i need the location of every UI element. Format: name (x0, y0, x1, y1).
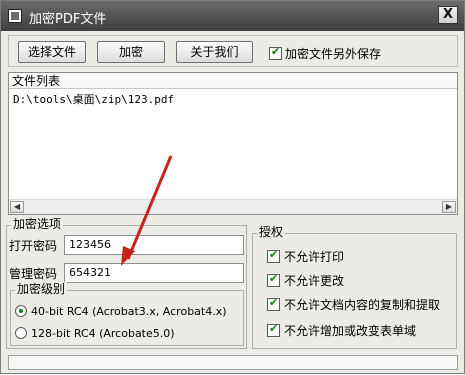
permissions-title: 授权 (257, 225, 286, 240)
level-option-label: 40-bit RC4 (Acrobat3.x, Acrobat4.x) (31, 304, 227, 318)
open-password-field[interactable]: 123456 (64, 235, 244, 255)
radio-40bit[interactable] (15, 305, 27, 317)
level-option-40bit[interactable]: 40-bit RC4 (Acrobat3.x, Acrobat4.x) (15, 304, 227, 318)
title-bar[interactable]: 加密PDF文件 X (1, 1, 464, 31)
horizontal-scrollbar[interactable]: ◀ ▶ (9, 199, 457, 214)
file-list-header[interactable]: 文件列表 (9, 73, 457, 89)
file-list[interactable]: 文件列表 D:\tools\桌面\zip\123.pdf ◀ ▶ (8, 72, 458, 215)
status-bar (8, 355, 458, 370)
permission-label: 不允许更改 (284, 274, 345, 288)
about-button[interactable]: 关于我们 (176, 41, 253, 63)
save-separately-checkbox[interactable] (269, 45, 282, 60)
app-window: 加密PDF文件 X 选择文件 加密 关于我们 加密文件另外保存 文件列表 D:\… (0, 0, 465, 374)
level-option-label: 128-bit RC4 (Arcobate5.0) (31, 326, 175, 340)
window-title: 加密PDF文件 (29, 12, 107, 27)
scroll-left-icon[interactable]: ◀ (10, 201, 24, 213)
save-separately-option[interactable]: 加密文件另外保存 (269, 45, 381, 62)
permission-checkbox[interactable] (267, 248, 280, 263)
admin-password-field[interactable]: 654321 (64, 263, 244, 283)
permission-label: 不允许打印 (284, 250, 345, 264)
encryption-options-title: 加密选项 (11, 217, 64, 232)
list-item[interactable]: D:\tools\桌面\zip\123.pdf (13, 91, 174, 107)
permission-item[interactable]: 不允许更改 (267, 272, 344, 289)
encryption-level-title: 加密级别 (15, 282, 68, 297)
permission-item[interactable]: 不允许增加或改变表单域 (267, 322, 416, 339)
radio-128bit[interactable] (15, 327, 27, 339)
open-password-label: 打开密码 (9, 239, 58, 253)
permission-checkbox[interactable] (267, 272, 280, 287)
encrypt-button[interactable]: 加密 (97, 41, 165, 63)
permission-label: 不允许增加或改变表单域 (284, 324, 417, 338)
permission-item[interactable]: 不允许文档内容的复制和提取 (267, 296, 440, 313)
toolbar: 选择文件 加密 关于我们 加密文件另外保存 (8, 35, 458, 67)
admin-password-label: 管理密码 (9, 267, 58, 281)
select-file-button[interactable]: 选择文件 (18, 41, 86, 63)
scroll-right-icon[interactable]: ▶ (442, 201, 456, 213)
close-button[interactable]: X (438, 6, 458, 24)
encryption-level-group: 加密级别 40-bit RC4 (Acrobat3.x, Acrobat4.x)… (10, 282, 244, 346)
encryption-options-group: 加密选项 打开密码 123456 管理密码 654321 加密级别 40-bit… (6, 217, 247, 349)
permission-item[interactable]: 不允许打印 (267, 248, 344, 265)
app-icon (8, 9, 22, 23)
permission-label: 不允许文档内容的复制和提取 (284, 298, 441, 312)
permission-checkbox[interactable] (267, 296, 280, 311)
permissions-group: 授权 不允许打印 不允许更改 不允许文档内容的复制和提取 不允许增加或改变表单域 (252, 225, 457, 349)
save-separately-label: 加密文件另外保存 (285, 47, 382, 61)
permission-checkbox[interactable] (267, 322, 280, 337)
level-option-128bit[interactable]: 128-bit RC4 (Arcobate5.0) (15, 326, 175, 340)
